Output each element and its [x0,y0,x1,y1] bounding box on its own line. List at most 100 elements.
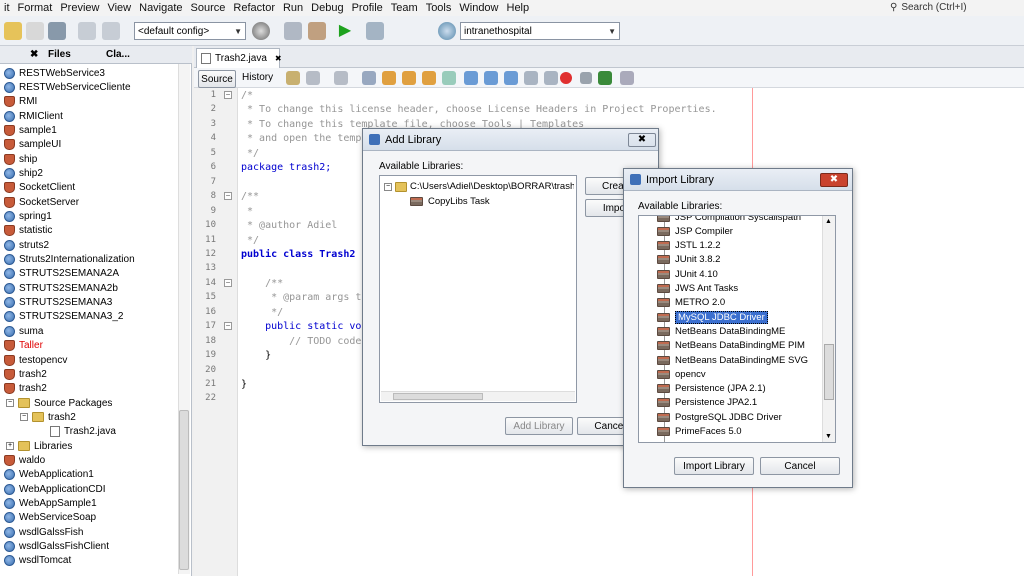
library-item[interactable]: NetBeans DataBindingME SVG [657,353,808,367]
library-root[interactable]: − C:\Users\Adiel\Desktop\BORRAR\trash2\l [384,181,574,192]
project-item[interactable]: Struts2Internationalization [4,253,135,267]
forward-icon[interactable] [334,71,348,85]
library-item[interactable]: JSP Compiler [657,224,733,238]
project-item[interactable]: struts2 [4,238,49,252]
library-item[interactable]: NetBeans DataBindingME PIM [657,339,805,353]
menu-preview[interactable]: Preview [56,2,103,14]
project-item[interactable]: WebApplication1 [4,468,94,482]
expand-icon[interactable]: − [6,399,14,408]
project-item[interactable]: SocketServer [4,195,79,209]
close-icon[interactable]: ✖ [30,49,38,60]
chart-icon[interactable] [598,71,612,85]
menu-format[interactable]: Format [14,2,57,14]
project-item[interactable]: STRUTS2SEMANA2b [4,281,118,295]
menu-view[interactable]: View [103,2,135,14]
project-item[interactable]: STRUTS2SEMANA2A [4,267,119,281]
fold-icon[interactable]: − [224,322,232,331]
shift-right-icon[interactable] [544,71,558,85]
library-item[interactable]: PrimeFaces 5.0 [657,425,742,439]
library-item[interactable]: JSTL 1.2.2 [657,239,721,253]
project-combo[interactable]: intranethospital ▼ [460,22,620,40]
expand-icon[interactable]: − [20,413,28,422]
project-item[interactable]: trash2 [4,367,47,381]
left-scrollbar-thumb[interactable] [179,410,189,570]
library-child[interactable]: CopyLibs Task [410,196,490,207]
close-icon[interactable]: ✖ [275,54,282,63]
library-item[interactable]: Persistence JPA2.1 [657,396,757,410]
tree-child[interactable]: + Libraries [6,439,72,453]
horizontal-scrollbar[interactable] [381,391,575,401]
project-item[interactable]: RESTWebService3 [4,66,105,80]
fold-icon[interactable]: − [224,192,232,201]
menu-tools[interactable]: Tools [422,2,456,14]
library-item[interactable]: Persistence (JPA 2.1) [657,382,766,396]
fold-icon[interactable]: − [224,91,232,99]
tab-classes[interactable]: Cla... [106,49,130,60]
project-item[interactable]: testopencv [4,353,67,367]
project-item[interactable]: WebAppSample1 [4,497,97,511]
library-item[interactable]: JUnit 4.10 [657,267,718,281]
hammer-icon[interactable] [284,22,302,40]
project-item[interactable]: trash2 [4,382,47,396]
server-icon[interactable] [438,22,456,40]
project-item[interactable]: WebServiceSoap [4,511,96,525]
chevron-up-icon[interactable]: ▲ [825,218,832,225]
toggle-highlight-icon[interactable] [422,71,436,85]
library-item[interactable]: NetBeans DataBindingME [657,324,785,338]
project-item[interactable]: wsdlGalssFishClient [4,540,109,554]
menu-debug[interactable]: Debug [307,2,347,14]
menu-window[interactable]: Window [455,2,502,14]
run-icon[interactable]: ▶ [336,22,354,40]
project-item[interactable]: waldo [4,453,45,467]
project-item[interactable]: WebApplicationCDI [4,482,106,496]
close-button[interactable]: ✖ [628,133,656,147]
menu-source[interactable]: Source [187,2,230,14]
record-macro-icon[interactable] [560,72,572,84]
stop-macro-icon[interactable] [580,72,592,84]
save-all-icon[interactable] [48,22,66,40]
history-button[interactable]: History [238,70,278,86]
library-item[interactable]: METRO 2.0 [657,296,725,310]
clean-build-icon[interactable] [308,22,326,40]
source-button[interactable]: Source [198,70,236,88]
expand-icon[interactable]: + [6,442,14,451]
next-bookmark-icon[interactable] [484,71,498,85]
tree-child[interactable]: Trash2.java [38,425,116,439]
search-box[interactable]: ⚲ Search (Ctrl+I) [890,0,1024,14]
tree-child[interactable]: − trash2 [20,410,76,424]
project-item[interactable]: spring1 [4,210,52,224]
menu-it[interactable]: it [0,2,14,14]
import-library-list[interactable]: ▲ ▼ JSP Compilation Syscallspath JSP Comp… [638,215,836,443]
library-item[interactable]: JSP Compilation Syscallspath [657,216,801,224]
project-item[interactable]: ship [4,152,37,166]
menu-team[interactable]: Team [387,2,422,14]
prev-bookmark-icon[interactable] [464,71,478,85]
project-item[interactable]: sample1 [4,123,57,137]
profile-icon[interactable] [400,22,418,40]
menu-profile[interactable]: Profile [348,2,387,14]
project-item[interactable]: Taller [4,339,43,353]
undo-icon[interactable] [78,22,96,40]
find-next-icon[interactable] [402,71,416,85]
new-file-icon[interactable] [26,22,44,40]
project-item[interactable]: statistic [4,224,52,238]
project-item[interactable]: ship2 [4,166,43,180]
library-item[interactable]: PostgreSQL JDBC Driver [657,410,782,424]
vertical-scrollbar[interactable]: ▲ ▼ [822,216,835,442]
menu-help[interactable]: Help [503,2,534,14]
library-item[interactable]: JWS Ant Tasks [657,282,738,296]
project-item[interactable]: sampleUI [4,138,61,152]
find-icon[interactable] [362,71,376,85]
toggle-bookmark-icon[interactable] [504,71,518,85]
menu-refactor[interactable]: Refactor [229,2,279,14]
vertical-scrollbar-thumb[interactable] [824,344,834,400]
globe-icon[interactable] [252,22,270,40]
project-item[interactable]: STRUTS2SEMANA3_2 [4,310,123,324]
library-item[interactable]: MySQL JDBC Driver [657,310,768,324]
cancel-button[interactable]: Cancel [760,457,840,475]
add-library-button[interactable]: Add Library [505,417,573,435]
project-item[interactable]: SocketClient [4,181,75,195]
shift-left-icon[interactable] [524,71,538,85]
fold-icon[interactable]: − [224,278,232,287]
menu-run[interactable]: Run [279,2,307,14]
